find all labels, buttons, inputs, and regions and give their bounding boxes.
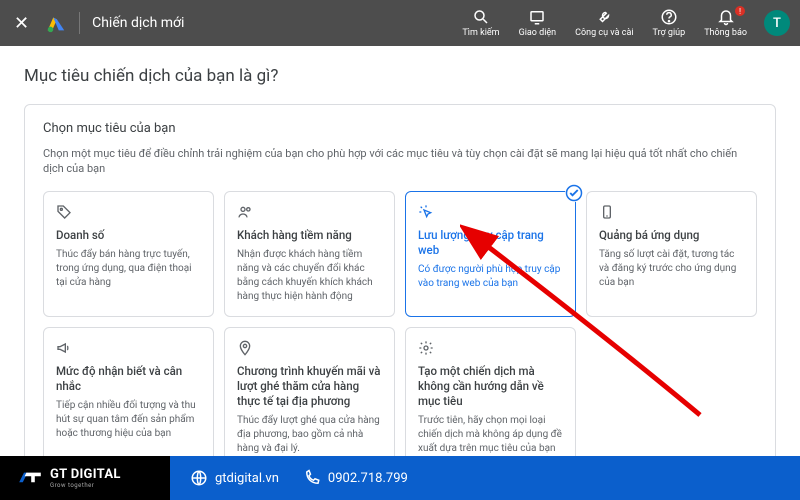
topbar-notif-label: Thông báo (704, 28, 747, 38)
objective-local-store[interactable]: Chương trình khuyến mãi và lượt ghé thăm… (224, 327, 395, 456)
topbar-search[interactable]: Tìm kiếm (454, 4, 507, 42)
objective-desc: Có được người phù hợp truy cập vào trang… (418, 263, 563, 291)
objective-title: Khách hàng tiềm năng (237, 228, 382, 243)
help-icon (660, 8, 678, 26)
objective-title: Doanh số (56, 228, 201, 243)
objective-app-promo[interactable]: Quảng bá ứng dụng Tăng số lượt cài đặt, … (586, 191, 757, 317)
footer-contact: gtdigital.vn 0902.718.799 (170, 456, 800, 500)
topbar-tools[interactable]: Công cụ và cài (567, 4, 641, 42)
divider (79, 12, 80, 34)
footer-tagline: Grow together (50, 482, 121, 489)
close-icon[interactable]: ✕ (10, 9, 33, 38)
card-subtitle: Chọn một mục tiêu để điều chỉnh trải ngh… (43, 146, 757, 177)
topbar-tools-label: Công cụ và cài (575, 28, 633, 38)
phone-call-icon (303, 469, 321, 487)
wrench-icon (595, 8, 613, 26)
topbar-left: ✕ Chiến dịch mới (10, 9, 184, 38)
footer-brand: GT DIGITAL (50, 467, 121, 482)
click-icon (418, 204, 563, 222)
objective-desc: Trước tiên, hãy chọn mọi loại chiến dịch… (418, 414, 563, 456)
gt-logo-icon (18, 469, 42, 487)
objective-desc: Nhận được khách hàng tiềm năng và các ch… (237, 248, 382, 304)
objectives-row-1: Doanh số Thúc đẩy bán hàng trực tuyến, t… (43, 191, 757, 317)
objective-leads[interactable]: Khách hàng tiềm năng Nhận được khách hàn… (224, 191, 395, 317)
objective-title: Chương trình khuyến mãi và lượt ghé thăm… (237, 364, 382, 409)
bell-icon (717, 8, 735, 26)
footer-website-text: gtdigital.vn (215, 471, 279, 486)
appearance-icon (528, 8, 546, 26)
phone-icon (599, 204, 744, 222)
notification-badge: ! (735, 6, 745, 16)
footer-banner: GT DIGITAL Grow together gtdigital.vn 09… (0, 456, 800, 500)
card-title: Chọn mục tiêu của bạn (43, 121, 757, 136)
topbar-help-label: Trợ giúp (653, 28, 686, 38)
footer-phone[interactable]: 0902.718.799 (303, 469, 408, 487)
objective-title: Tạo một chiến dịch mà không cần hướng dẫ… (418, 364, 563, 409)
globe-icon (190, 469, 208, 487)
check-icon (565, 184, 583, 202)
avatar[interactable]: T (764, 10, 790, 36)
objective-desc: Thúc đẩy lượt ghé qua cửa hàng địa phươn… (237, 414, 382, 456)
topbar-appearance-label: Giao diện (519, 28, 557, 38)
page-title: Mục tiêu chiến dịch của bạn là gì? (24, 66, 776, 86)
megaphone-icon (56, 340, 201, 358)
objective-desc: Thúc đẩy bán hàng trực tuyến, trong ứng … (56, 248, 201, 290)
objective-website-traffic[interactable]: Lưu lượng truy cập trang web Có được ngư… (405, 191, 576, 317)
objective-card: Chọn mục tiêu của bạn Chọn một mục tiêu … (24, 104, 776, 456)
google-ads-logo-icon (45, 12, 67, 34)
topbar-right: Tìm kiếm Giao diện Công cụ và cài Trợ gi… (454, 4, 790, 42)
footer-website[interactable]: gtdigital.vn (190, 469, 279, 487)
pin-icon (237, 340, 382, 358)
topbar-notifications[interactable]: ! Thông báo (696, 4, 755, 42)
objective-awareness[interactable]: Mức độ nhận biết và cân nhắc Tiếp cận nh… (43, 327, 214, 456)
empty-cell (586, 327, 757, 456)
objective-title: Mức độ nhận biết và cân nhắc (56, 364, 201, 394)
topbar-search-label: Tìm kiếm (462, 28, 499, 38)
objective-sales[interactable]: Doanh số Thúc đẩy bán hàng trực tuyến, t… (43, 191, 214, 317)
objective-no-goal[interactable]: Tạo một chiến dịch mà không cần hướng dẫ… (405, 327, 576, 456)
objective-title: Lưu lượng truy cập trang web (418, 228, 563, 258)
content: Mục tiêu chiến dịch của bạn là gì? Chọn … (0, 46, 800, 456)
objective-desc: Tiếp cận nhiều đối tượng và thu hút sự q… (56, 399, 201, 441)
topbar-appearance[interactable]: Giao diện (511, 4, 565, 42)
topbar: ✕ Chiến dịch mới Tìm kiếm Giao diện Công… (0, 0, 800, 46)
objective-title: Quảng bá ứng dụng (599, 228, 744, 243)
footer-brand-block: GT DIGITAL Grow together (0, 456, 170, 500)
topbar-help[interactable]: Trợ giúp (645, 4, 694, 42)
tag-icon (56, 204, 201, 222)
objectives-row-2: Mức độ nhận biết và cân nhắc Tiếp cận nh… (43, 327, 757, 456)
search-icon (472, 8, 490, 26)
topbar-title: Chiến dịch mới (92, 15, 184, 31)
footer-phone-text: 0902.718.799 (328, 471, 408, 486)
objective-desc: Tăng số lượt cài đặt, tương tác và đăng … (599, 248, 744, 290)
gear-icon (418, 340, 563, 358)
leads-icon (237, 204, 382, 222)
